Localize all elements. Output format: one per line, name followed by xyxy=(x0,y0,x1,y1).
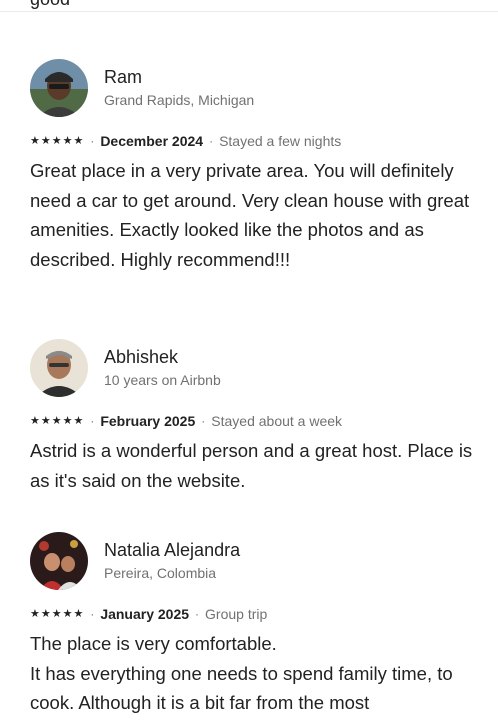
divider xyxy=(0,11,498,12)
review-paragraph: It has everything one needs to spend fam… xyxy=(30,662,453,714)
stay-length: Stayed about a week xyxy=(211,413,343,429)
review-text: The place is very comfortable. It has ev… xyxy=(30,629,475,718)
stay-length: Stayed a few nights xyxy=(219,133,342,149)
review-paragraph: Great place in a very private area. You … xyxy=(30,160,470,270)
avatar[interactable] xyxy=(30,59,88,117)
reviewer-header: Abhishek 10 years on Airbnb xyxy=(30,338,475,398)
stay-length: Group trip xyxy=(205,606,268,622)
reviewer-location: Pereira, Colombia xyxy=(104,565,217,581)
review-card: Ram Grand Rapids, Michigan ★★★★★ · Decem… xyxy=(30,58,475,274)
separator-dot: · xyxy=(90,607,95,621)
review-date: February 2025 xyxy=(100,413,196,429)
star-rating: ★★★★★ xyxy=(30,608,85,620)
review-card: Natalia Alejandra Pereira, Colombia ★★★★… xyxy=(30,531,475,718)
review-paragraph: The place is very comfortable. xyxy=(30,633,277,654)
avatar[interactable] xyxy=(30,532,88,590)
separator-dot: · xyxy=(209,134,214,148)
reviewer-photo xyxy=(30,532,88,590)
reviewer-name[interactable]: Ram xyxy=(104,66,254,88)
reviewer-name[interactable]: Abhishek xyxy=(104,346,221,368)
reviewer-photo xyxy=(30,59,88,117)
reviewer-header: Ram Grand Rapids, Michigan xyxy=(30,58,475,118)
reviewer-photo xyxy=(30,339,88,397)
reviewer-name[interactable]: Natalia Alejandra xyxy=(104,539,240,561)
review-paragraph: Astrid is a wonderful person and a great… xyxy=(30,440,473,491)
separator-dot: · xyxy=(195,607,200,621)
separator-dot: · xyxy=(90,134,95,148)
review-text: Astrid is a wonderful person and a great… xyxy=(30,436,475,495)
reviewer-tenure: 10 years on Airbnb xyxy=(104,372,221,388)
star-rating: ★★★★★ xyxy=(30,415,85,427)
review-date: December 2024 xyxy=(100,133,204,149)
review-meta: ★★★★★ · January 2025 · Group trip xyxy=(30,605,475,623)
review-meta: ★★★★★ · December 2024 · Stayed a few nig… xyxy=(30,132,475,150)
review-card: Abhishek 10 years on Airbnb ★★★★★ · Febr… xyxy=(30,338,475,495)
separator-dot: · xyxy=(201,414,206,428)
reviewer-location: Grand Rapids, Michigan xyxy=(104,92,255,108)
separator-dot: · xyxy=(90,414,95,428)
reviewer-header: Natalia Alejandra Pereira, Colombia xyxy=(30,531,475,591)
review-text: Great place in a very private area. You … xyxy=(30,156,475,274)
review-date: January 2025 xyxy=(100,606,190,622)
star-rating: ★★★★★ xyxy=(30,135,85,147)
avatar[interactable] xyxy=(30,339,88,397)
review-meta: ★★★★★ · February 2025 · Stayed about a w… xyxy=(30,412,475,430)
